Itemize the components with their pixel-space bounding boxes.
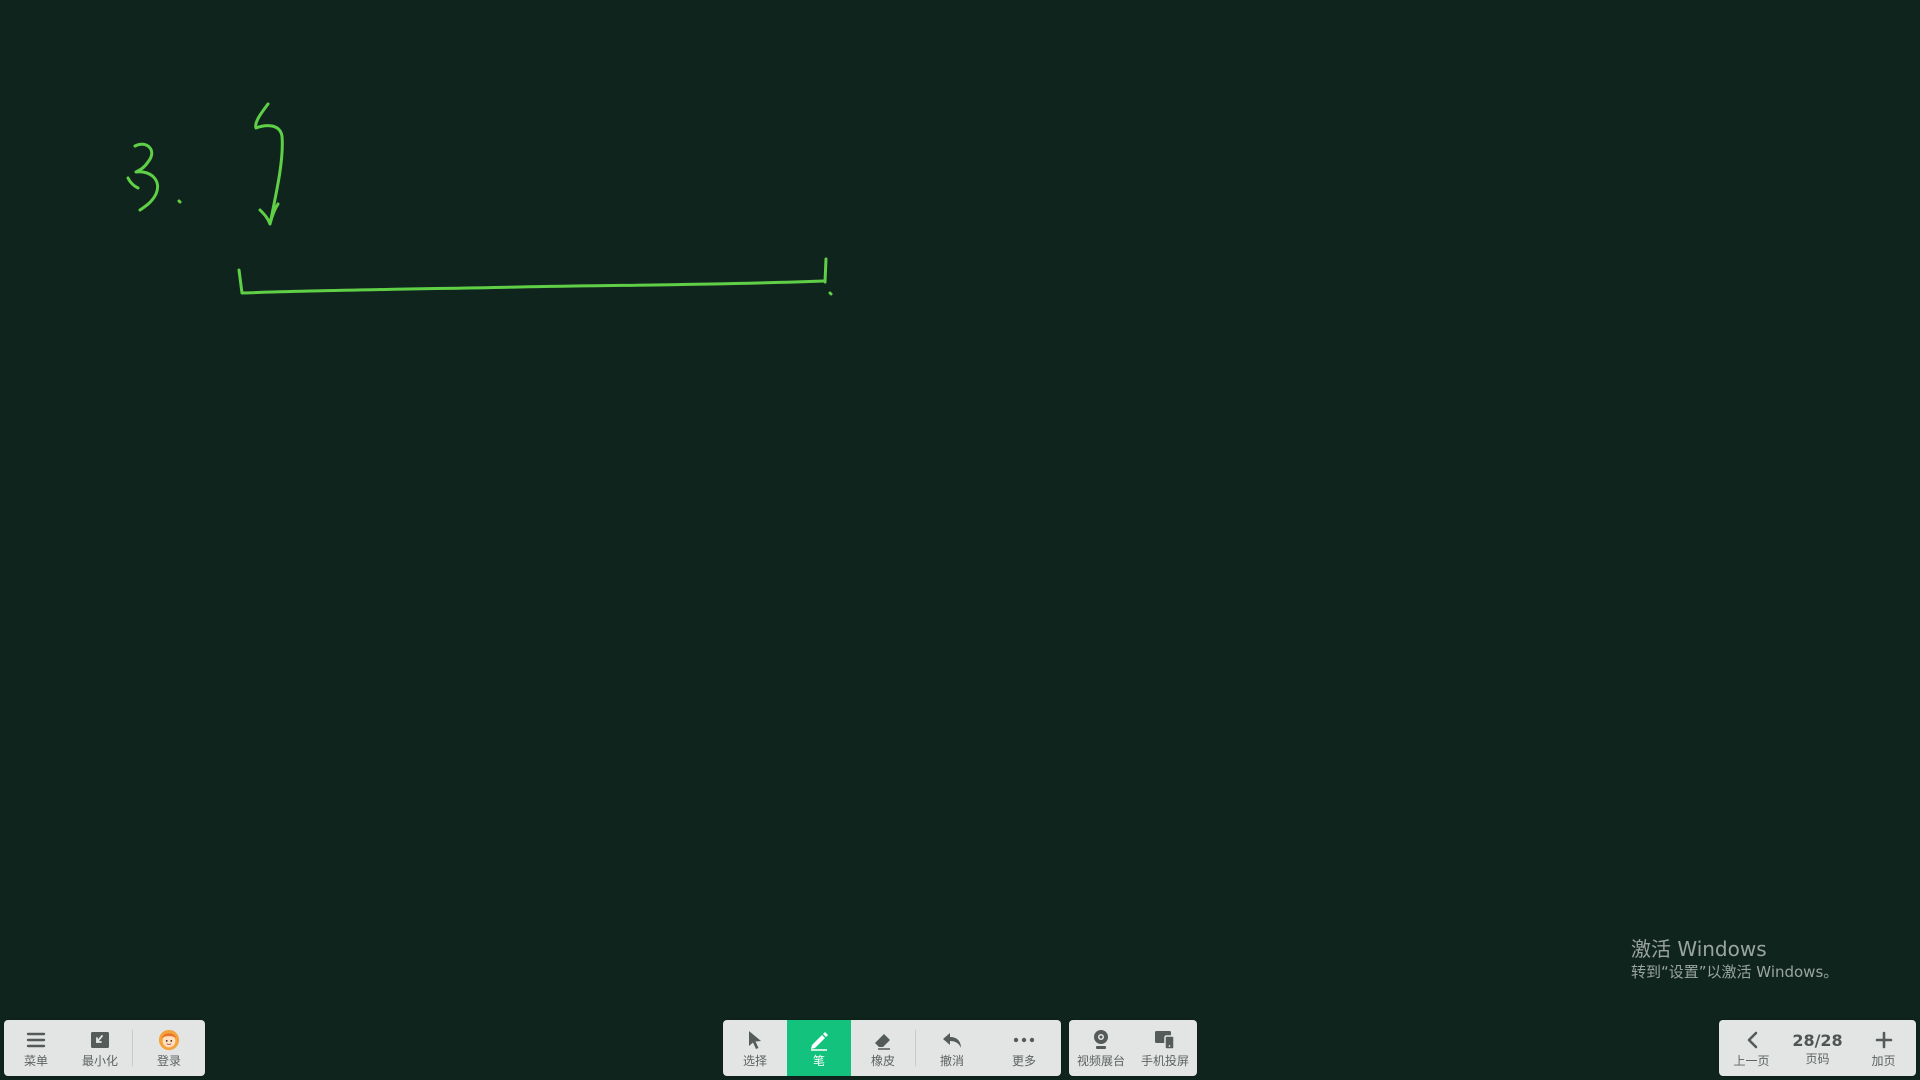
prev-page-label: 上一页 (1733, 1053, 1770, 1068)
page-number-label: 页码 (1805, 1051, 1830, 1066)
login-button[interactable]: 登录 (133, 1020, 205, 1076)
select-tool-label: 选择 (742, 1053, 767, 1068)
ink-stroke-dot (177, 199, 182, 204)
menu-label: 菜单 (23, 1053, 48, 1068)
eraser-tool-button[interactable]: 橡皮 (851, 1020, 915, 1076)
pen-tool-button[interactable]: 笔 (787, 1020, 851, 1076)
pen-icon (808, 1029, 830, 1051)
ink-stroke-arrow (254, 102, 284, 226)
eraser-tool-label: 橡皮 (870, 1053, 895, 1068)
page-number-value: 28/28 (1792, 1030, 1843, 1050)
ink-stroke-digit-3 (126, 142, 159, 212)
ellipsis-icon (1013, 1029, 1035, 1051)
phone-cast-icon (1154, 1029, 1176, 1051)
prev-page-button[interactable]: 上一页 (1719, 1020, 1784, 1076)
tool-toolbar: 选择 笔 橡皮 撤消 更多 (723, 1020, 1061, 1076)
pen-tool-label: 笔 (812, 1053, 825, 1068)
login-label: 登录 (156, 1053, 181, 1068)
ink-layer (126, 102, 833, 296)
activation-title: 激活 Windows (1631, 937, 1767, 961)
hamburger-menu-icon (25, 1029, 47, 1051)
undo-label: 撤消 (939, 1053, 964, 1068)
minimize-icon (89, 1029, 111, 1051)
more-label: 更多 (1011, 1053, 1036, 1068)
avatar-icon (158, 1029, 180, 1051)
windows-activation-watermark: 激活 Windows 转到“设置”以激活 Windows。 (1631, 936, 1838, 982)
add-page-button[interactable]: 加页 (1851, 1020, 1916, 1076)
left-toolbar: 菜单 最小化 登录 (4, 1020, 205, 1076)
page-number-button[interactable]: 28/28 页码 (1784, 1020, 1851, 1076)
video-booth-label: 视频展台 (1076, 1053, 1125, 1068)
video-booth-button[interactable]: 视频展台 (1069, 1020, 1133, 1076)
menu-button[interactable]: 菜单 (4, 1020, 68, 1076)
whiteboard-canvas[interactable] (0, 0, 1920, 1080)
more-button[interactable]: 更多 (988, 1020, 1060, 1076)
minimize-button[interactable]: 最小化 (68, 1020, 132, 1076)
camera-icon (1090, 1029, 1112, 1051)
ink-stroke-bracket (237, 268, 825, 295)
chevron-left-icon (1741, 1029, 1763, 1051)
minimize-label: 最小化 (81, 1053, 118, 1068)
select-tool-button[interactable]: 选择 (723, 1020, 787, 1076)
ink-stroke-exclaim (823, 257, 833, 296)
page-toolbar: 上一页 28/28 页码 加页 (1719, 1020, 1916, 1076)
cursor-arrow-icon (744, 1029, 766, 1051)
media-toolbar: 视频展台 手机投屏 (1069, 1020, 1197, 1076)
add-page-label: 加页 (1871, 1053, 1896, 1068)
phone-cast-label: 手机投屏 (1140, 1053, 1189, 1068)
phone-cast-button[interactable]: 手机投屏 (1133, 1020, 1197, 1076)
activation-subtitle: 转到“设置”以激活 Windows。 (1631, 963, 1839, 981)
undo-button[interactable]: 撤消 (916, 1020, 988, 1076)
plus-icon (1873, 1029, 1895, 1051)
undo-arrow-icon (941, 1029, 963, 1051)
eraser-icon (872, 1029, 894, 1051)
